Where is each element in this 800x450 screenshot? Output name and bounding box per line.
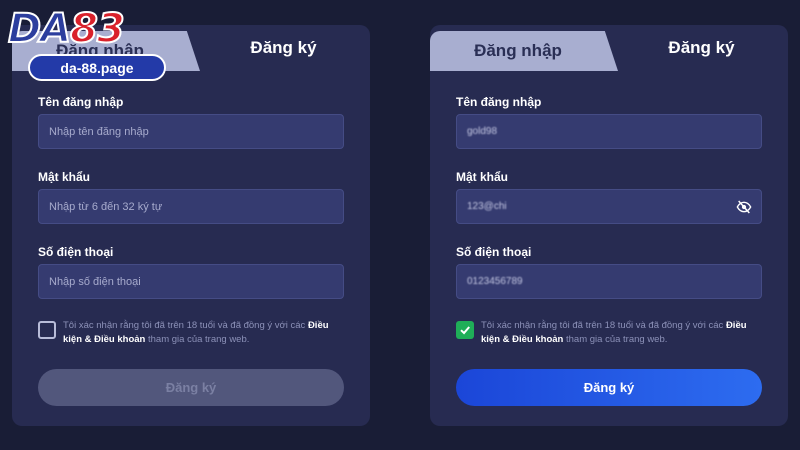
consent-suffix: tham gia của trang web. bbox=[145, 334, 250, 345]
tab-register[interactable]: Đăng ký bbox=[615, 25, 788, 71]
password-label: Mật khẩu bbox=[38, 170, 91, 184]
phone-input[interactable]: Nhập số điện thoại bbox=[38, 264, 344, 299]
consent-prefix: Tôi xác nhận rằng tôi đã trên 18 tuổi và… bbox=[63, 320, 308, 331]
username-placeholder: Nhập tên đăng nhập bbox=[49, 125, 149, 138]
tab-login[interactable]: Đăng nhập bbox=[430, 31, 618, 71]
username-input[interactable]: Nhập tên đăng nhập bbox=[38, 114, 344, 149]
username-input[interactable]: gold98 bbox=[456, 114, 762, 149]
username-label: Tên đăng nhập bbox=[456, 95, 542, 109]
eye-slash-icon[interactable] bbox=[736, 199, 752, 215]
phone-value: 0123456789 bbox=[467, 276, 523, 287]
password-label: Mật khẩu bbox=[456, 170, 509, 184]
phone-label: Số điện thoại bbox=[456, 245, 532, 259]
brand-logo: DA83 da-88.page bbox=[7, 5, 178, 86]
consent-text: Tôi xác nhận rằng tôi đã trên 18 tuổi và… bbox=[63, 319, 348, 347]
phone-label: Số điện thoại bbox=[38, 245, 114, 259]
consent-checkbox[interactable] bbox=[38, 321, 56, 339]
register-button[interactable]: Đăng ký bbox=[38, 369, 344, 406]
tab-register[interactable]: Đăng ký bbox=[197, 25, 370, 71]
password-value: 123@chi bbox=[467, 201, 507, 212]
password-placeholder: Nhập từ 6 đến 32 ký tự bbox=[49, 200, 163, 213]
auth-tabs: Đăng nhập Đăng ký bbox=[430, 25, 788, 71]
consent-text: Tôi xác nhận rằng tôi đã trên 18 tuổi và… bbox=[481, 319, 766, 347]
username-value: gold98 bbox=[467, 126, 498, 137]
check-icon bbox=[460, 326, 470, 335]
password-input[interactable]: Nhập từ 6 đến 32 ký tự bbox=[38, 189, 344, 224]
consent-prefix: Tôi xác nhận rằng tôi đã trên 18 tuổi và… bbox=[481, 320, 726, 331]
logo-domain-badge: da-88.page bbox=[28, 54, 166, 81]
register-button[interactable]: Đăng ký bbox=[456, 369, 762, 406]
consent-checkbox[interactable] bbox=[456, 321, 474, 339]
logo-wordmark: DA83 bbox=[7, 5, 126, 53]
password-input[interactable]: 123@chi bbox=[456, 189, 762, 224]
phone-input[interactable]: 0123456789 bbox=[456, 264, 762, 299]
register-form-filled: Đăng nhập Đăng ký Tên đăng nhập gold98 M… bbox=[430, 25, 788, 426]
consent-suffix: tham gia của trang web. bbox=[563, 334, 668, 345]
phone-placeholder: Nhập số điện thoại bbox=[49, 275, 141, 288]
username-label: Tên đăng nhập bbox=[38, 95, 124, 109]
